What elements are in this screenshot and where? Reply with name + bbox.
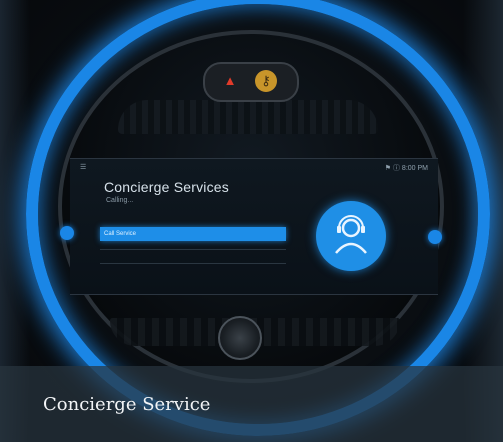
upper-vent — [118, 100, 378, 134]
person-headset-icon — [335, 215, 367, 254]
key-icon[interactable]: ⚷ — [255, 70, 277, 92]
hazard-triangle-icon[interactable]: ▲ — [219, 72, 241, 90]
infotainment-screen: ☰ ⚑ ⓘ 8:00 PM Concierge Services Calling… — [70, 158, 438, 295]
menu-divider — [100, 249, 286, 250]
status-bar: ☰ ⚑ ⓘ 8:00 PM — [80, 163, 428, 175]
status-left: ☰ — [80, 164, 87, 171]
concierge-avatar-button[interactable] — [316, 201, 386, 271]
screen-subtitle: Calling... — [106, 197, 134, 204]
nav-left-indicator[interactable] — [60, 226, 74, 240]
image-caption: Concierge Service — [43, 394, 211, 415]
controller-knob[interactable] — [218, 316, 262, 360]
screen-title: Concierge Services — [104, 179, 229, 195]
hazard-button-pod: ▲ ⚷ — [203, 62, 299, 102]
status-right: ⚑ ⓘ 8:00 PM — [384, 165, 428, 172]
nav-right-indicator[interactable] — [428, 230, 442, 244]
menu-divider — [100, 263, 286, 264]
menu-item-selected[interactable]: Call Service — [100, 227, 286, 241]
